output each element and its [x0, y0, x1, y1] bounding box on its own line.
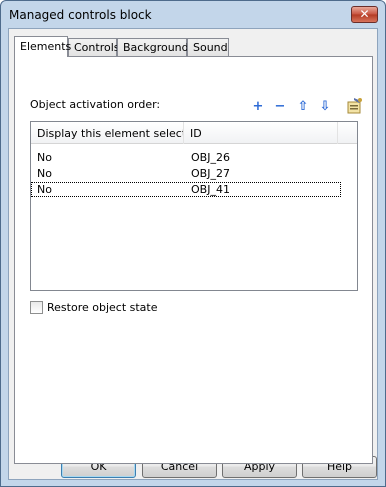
close-button[interactable]: ✕: [351, 6, 378, 23]
tab-controls[interactable]: Controls: [68, 38, 120, 56]
activation-order-list[interactable]: Display this element selecte... ID No OB…: [30, 121, 358, 291]
tab-sound[interactable]: Sound: [187, 38, 229, 56]
list-item-display: No: [37, 167, 52, 180]
tab-panel-elements: Object activation order: + − ⇧ ⇩ Display…: [14, 56, 373, 464]
move-down-icon[interactable]: ⇩: [318, 100, 332, 114]
column-header-display[interactable]: Display this element selecte...: [31, 122, 184, 144]
list-item-id: OBJ_27: [191, 167, 230, 180]
add-icon[interactable]: +: [251, 100, 265, 114]
restore-state-checkbox[interactable]: [30, 301, 43, 314]
dialog-window: Managed controls block ✕ Elements Contro…: [0, 0, 386, 487]
title-bar[interactable]: Managed controls block ✕: [2, 2, 384, 28]
list-item[interactable]: No OBJ_26: [31, 150, 341, 165]
properties-icon[interactable]: [345, 97, 363, 115]
dialog-client-area: Elements Controls Background Sound Objec…: [8, 28, 378, 480]
tab-sound-label: Sound: [193, 41, 228, 54]
remove-icon[interactable]: −: [273, 100, 287, 114]
activation-order-label: Object activation order:: [30, 98, 161, 111]
column-header-id[interactable]: ID: [184, 122, 338, 144]
list-item-display: No: [37, 151, 52, 164]
restore-state-label: Restore object state: [47, 301, 158, 314]
window-title: Managed controls block: [9, 8, 152, 22]
tab-background[interactable]: Background: [117, 38, 189, 56]
tab-elements[interactable]: Elements: [14, 36, 72, 57]
list-item-id: OBJ_41: [191, 183, 230, 196]
tab-elements-label: Elements: [20, 40, 72, 53]
close-icon: ✕: [359, 7, 370, 21]
list-item-display: No: [37, 183, 52, 196]
move-up-icon[interactable]: ⇧: [296, 100, 310, 114]
list-header: Display this element selecte... ID: [31, 122, 357, 144]
list-item[interactable]: No OBJ_27: [31, 166, 341, 181]
list-item-id: OBJ_26: [191, 151, 230, 164]
tab-controls-label: Controls: [74, 41, 120, 54]
tab-background-label: Background: [123, 41, 189, 54]
list-item[interactable]: No OBJ_41: [31, 182, 341, 197]
